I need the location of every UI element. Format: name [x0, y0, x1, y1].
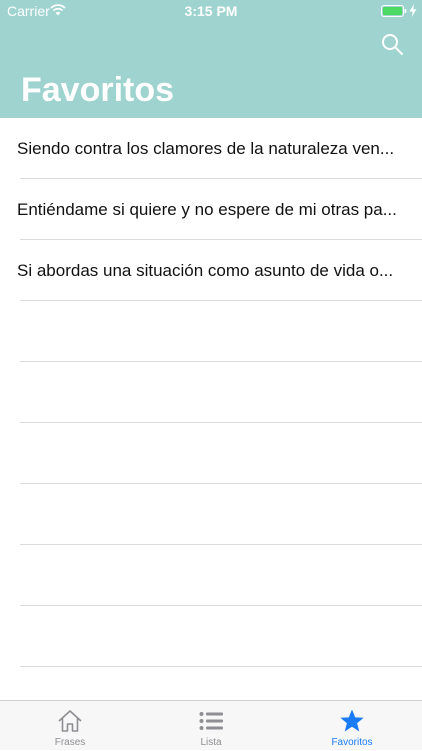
empty-list-row [0, 545, 422, 606]
empty-list-row [0, 606, 422, 667]
search-icon[interactable] [378, 30, 406, 58]
list-item-text: Entiéndame si quiere y no espere de mi o… [17, 200, 397, 219]
tab-frases[interactable]: Frases [0, 701, 140, 751]
empty-list-row [0, 423, 422, 484]
list-icon [199, 712, 223, 730]
tab-lista[interactable]: Lista [141, 701, 281, 751]
house-icon [58, 710, 82, 732]
list-item-text: Si abordas una situación como asunto de … [17, 261, 394, 280]
battery-icon [381, 5, 407, 17]
list-item[interactable]: Si abordas una situación como asunto de … [0, 240, 422, 301]
list-item[interactable]: Siendo contra los clamores de la natural… [0, 118, 422, 179]
empty-list-row [0, 362, 422, 423]
tab-label: Lista [200, 737, 222, 748]
favorites-list: Siendo contra los clamores de la natural… [0, 118, 422, 667]
tab-label: Frases [54, 737, 86, 748]
tab-label: Favoritos [331, 737, 373, 748]
tab-bar: Frases Lista Favoritos [0, 700, 422, 750]
list-item-text: Siendo contra los clamores de la natural… [17, 139, 395, 158]
empty-list-row [0, 301, 422, 362]
status-time: 3:15 PM [184, 3, 238, 19]
status-bar: Carrier 3:15 PM [0, 0, 422, 22]
list-item[interactable]: Entiéndame si quiere y no espere de mi o… [0, 179, 422, 240]
charging-bolt-icon [409, 4, 417, 17]
star-icon [340, 709, 364, 732]
tab-favoritos[interactable]: Favoritos [282, 701, 422, 751]
empty-list-row [0, 484, 422, 545]
page-title: Favoritos [21, 71, 175, 109]
navigation-header: Carrier 3:15 PM Favoritos [0, 0, 422, 118]
